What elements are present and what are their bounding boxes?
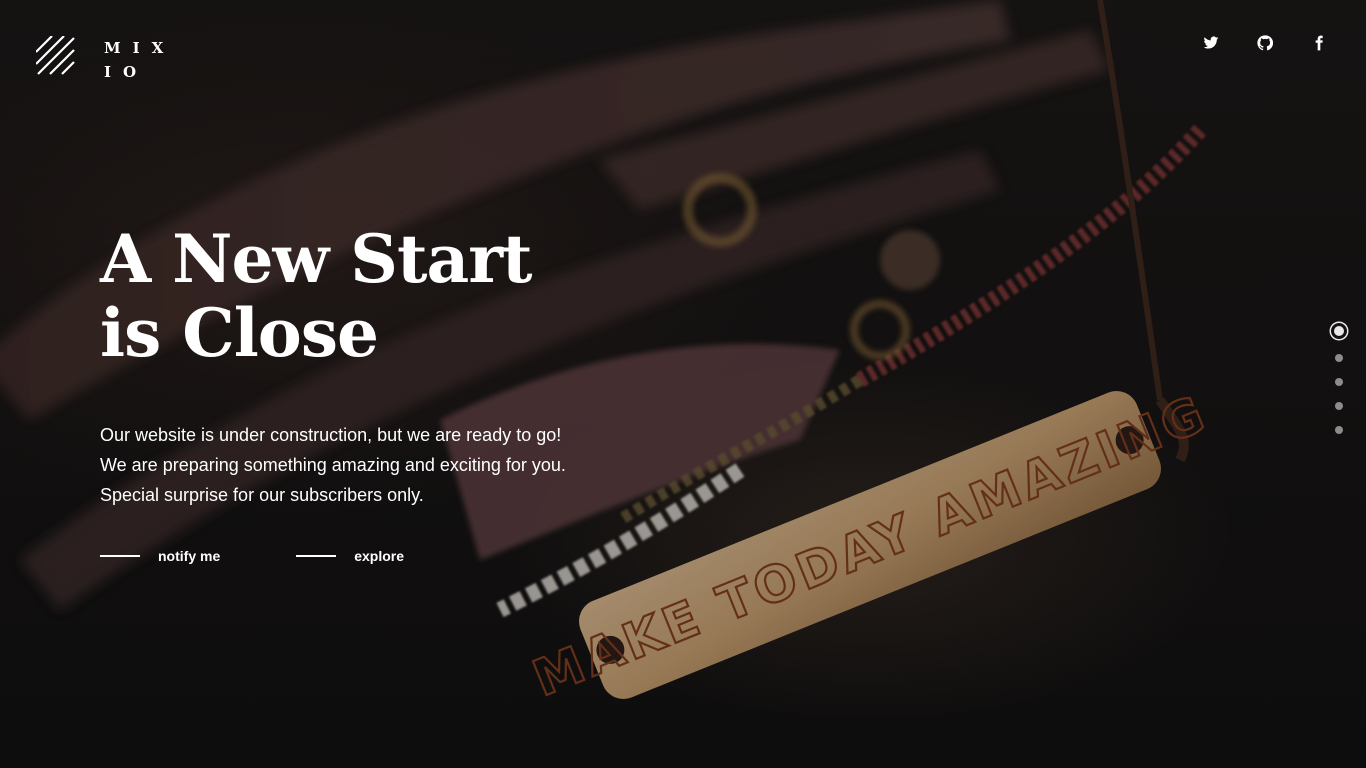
slide-dot-2[interactable] — [1335, 354, 1343, 362]
hero-actions: notify me explore — [100, 548, 620, 564]
slide-dot-4[interactable] — [1335, 402, 1343, 410]
diagonal-stripes-icon — [36, 36, 75, 75]
brand-line-1: MIX — [104, 39, 176, 57]
notify-me-label: notify me — [158, 548, 221, 564]
page: MAKE TODAY AMAZING MIX IO A New Start is… — [0, 0, 1366, 768]
hero-description: Our website is under construction, but w… — [100, 425, 566, 505]
hero-title-line-2: is Close — [100, 294, 379, 372]
notify-me-line — [100, 555, 140, 557]
brand-line-2: IO — [104, 63, 149, 81]
brand-name: MIX IO — [104, 36, 176, 84]
facebook-icon[interactable] — [1308, 32, 1330, 54]
logo[interactable]: MIX IO — [36, 36, 176, 84]
twitter-icon[interactable] — [1200, 32, 1222, 54]
hero: A New Start is Close Our website is unde… — [100, 222, 620, 564]
hero-title-line-1: A New Start — [100, 220, 532, 298]
slide-nav — [1334, 326, 1344, 434]
explore-link[interactable]: explore — [296, 548, 404, 564]
explore-line — [296, 555, 337, 557]
slide-dot-3[interactable] — [1335, 378, 1343, 386]
slide-dot-1[interactable] — [1334, 326, 1344, 336]
social-links — [1200, 32, 1330, 54]
github-icon[interactable] — [1254, 32, 1276, 54]
explore-label: explore — [354, 548, 405, 564]
notify-me-link[interactable]: notify me — [100, 548, 220, 564]
hero-title: A New Start is Close — [100, 222, 620, 370]
slide-dot-5[interactable] — [1335, 426, 1343, 434]
